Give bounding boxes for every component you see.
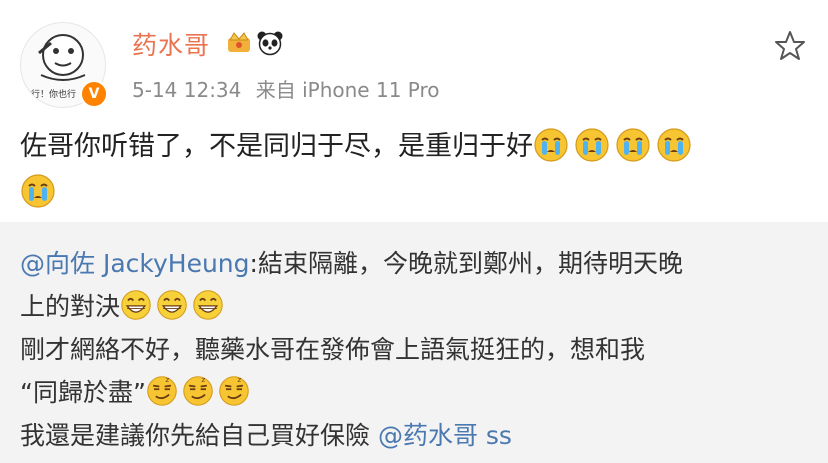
mention-link[interactable]: @向佐 JackyHeung <box>20 249 250 278</box>
crying-face-icon <box>20 173 56 209</box>
smug-face-icon <box>146 375 178 407</box>
repost-line-3: 剛才網絡不好，聽藥水哥在發佈會上語氣挺狂的，想和我 <box>20 328 816 371</box>
crying-face-icon <box>656 127 692 163</box>
panda-badge-icon[interactable] <box>256 30 284 56</box>
repost-text: 剛才網絡不好，聽藥水哥在發佈會上語氣挺狂的，想和我 <box>20 335 646 364</box>
crying-face-icon <box>574 127 610 163</box>
repost-line-2: 上的對決 <box>20 285 816 328</box>
repost-text: 上的對決 <box>20 292 121 321</box>
grin-face-icon <box>156 289 188 321</box>
post-source: 来自 iPhone 11 Pro <box>255 78 440 102</box>
repost-line-1: @向佐 JackyHeung:結束隔離，今晚就到鄭州，期待明天晚 <box>20 242 816 285</box>
user-badges <box>226 30 284 56</box>
grin-face-icon <box>120 289 152 321</box>
star-icon[interactable] <box>772 28 808 64</box>
repost-line-4: “同歸於盡” <box>20 371 816 414</box>
verified-badge-icon: V <box>80 80 108 108</box>
reposted-content[interactable]: @向佐 JackyHeung:結束隔離，今晚就到鄭州，期待明天晚 上的對決 剛才… <box>0 222 828 463</box>
username[interactable]: 药水哥 <box>132 26 210 62</box>
repost-text: “同歸於盡” <box>20 378 146 407</box>
post-text: 佐哥你听错了，不是同归于尽，是重归于好 <box>20 131 533 162</box>
crying-face-icon <box>533 127 569 163</box>
weibo-post: 行！你也行 V 药水哥 5-14 12:34 来自 iPhone 11 Pro … <box>0 0 828 222</box>
repost-text: :結束隔離，今晚就到鄭州，期待明天晚 <box>249 249 683 278</box>
smug-face-icon <box>218 375 250 407</box>
avatar-caption: 行！你也行 <box>31 90 77 100</box>
repost-body: @向佐 JackyHeung:結束隔離，今晚就到鄭州，期待明天晚 上的對決 剛才… <box>20 242 816 457</box>
repost-line-5: 我還是建議你先給自己買好保險 @药水哥 ss <box>20 414 816 457</box>
repost-text: 我還是建議你先給自己買好保險 <box>20 421 378 450</box>
crown-badge-icon[interactable] <box>226 30 252 54</box>
post-meta: 5-14 12:34 来自 iPhone 11 Pro <box>132 74 440 103</box>
crying-face-icon <box>615 127 651 163</box>
smug-face-icon <box>182 375 214 407</box>
post-content: 佐哥你听错了，不是同归于尽，是重归于好 <box>20 124 810 216</box>
post-timestamp: 5-14 12:34 <box>132 78 242 102</box>
mention-link[interactable]: @药水哥 ss <box>378 421 512 450</box>
grin-face-icon <box>192 289 224 321</box>
